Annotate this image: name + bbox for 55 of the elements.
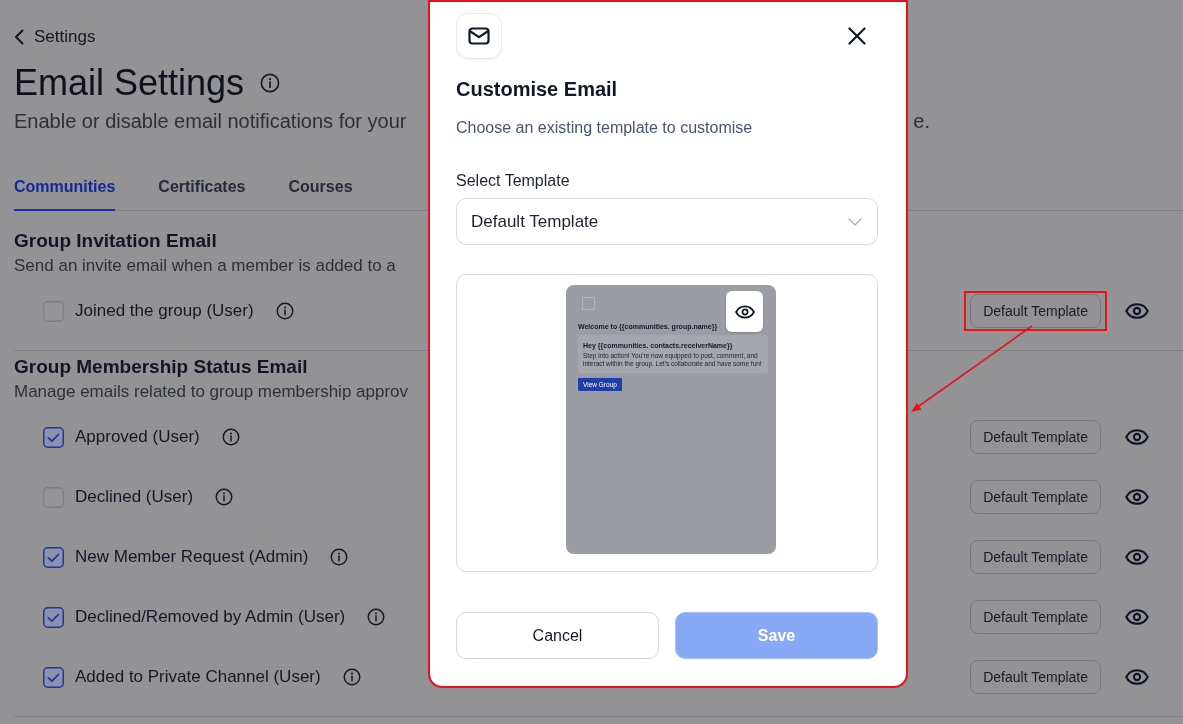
close-button[interactable] <box>845 24 869 48</box>
option-label: Joined the group (User) <box>75 301 254 321</box>
square-icon <box>582 297 595 310</box>
chevron-down-icon <box>848 217 862 226</box>
eye-icon[interactable] <box>1125 429 1149 445</box>
back-link[interactable]: Settings <box>14 26 96 48</box>
section-title: Group Invitation Email <box>14 229 217 253</box>
checkbox[interactable] <box>43 300 64 322</box>
eye-icon[interactable] <box>1125 669 1149 685</box>
template-button[interactable]: Default Template <box>970 600 1101 634</box>
eye-icon[interactable] <box>1125 549 1149 565</box>
checkbox[interactable] <box>43 666 64 688</box>
checkbox[interactable] <box>43 546 64 568</box>
section-description: Manage emails related to group membership approv <box>14 382 409 402</box>
option-label: New Member Request (Admin) <box>75 547 309 567</box>
template-button[interactable]: Default Template <box>970 660 1101 694</box>
template-select[interactable]: Default Template <box>456 198 878 245</box>
page-subtitle: Enable or disable email notifications for your <box>14 109 407 133</box>
option-label: Approved (User) <box>75 427 200 447</box>
dialog-subtitle: Choose an existing template to customise <box>456 118 754 138</box>
info-icon <box>260 73 281 93</box>
template-button[interactable]: Default Template <box>970 540 1101 574</box>
info-icon <box>275 302 294 320</box>
option-label: Added to Private Channel (User) <box>75 667 321 687</box>
page-title: Email Settings <box>14 61 245 105</box>
checkbox[interactable] <box>43 426 64 448</box>
cancel-button[interactable]: Cancel <box>456 612 659 659</box>
info-icon <box>342 668 361 686</box>
preview-button[interactable] <box>726 291 763 332</box>
field-label: Select Template <box>456 171 571 191</box>
eye-icon <box>734 304 755 319</box>
option-label: Declined/Removed by Admin (User) <box>75 607 346 627</box>
eye-icon[interactable] <box>1125 303 1149 319</box>
section-title: Group Membership Status Email <box>14 355 308 379</box>
page-subtitle: e. <box>913 109 930 133</box>
tab[interactable]: Communities <box>14 177 116 211</box>
dialog-title: Customise Email <box>456 77 619 102</box>
template-button[interactable]: Default Template <box>970 420 1101 454</box>
template-button[interactable]: Default Template <box>970 480 1101 514</box>
close-icon <box>848 27 866 45</box>
eye-icon[interactable] <box>1125 609 1149 625</box>
option-label: Declined (User) <box>75 487 194 507</box>
info-icon <box>330 548 349 566</box>
tab[interactable]: Courses <box>288 177 353 211</box>
eye-icon[interactable] <box>1125 489 1149 505</box>
info-icon <box>367 608 386 626</box>
checkbox[interactable] <box>43 486 64 508</box>
section-description: Send an invite email when a member is added to a <box>14 256 396 276</box>
info-icon <box>221 428 240 446</box>
mail-icon <box>456 13 502 59</box>
chevron-left-icon <box>14 29 24 45</box>
tab[interactable]: Certificates <box>158 177 246 211</box>
checkbox[interactable] <box>43 606 64 628</box>
info-icon <box>215 488 234 506</box>
template-button[interactable]: Default Template <box>970 294 1101 328</box>
